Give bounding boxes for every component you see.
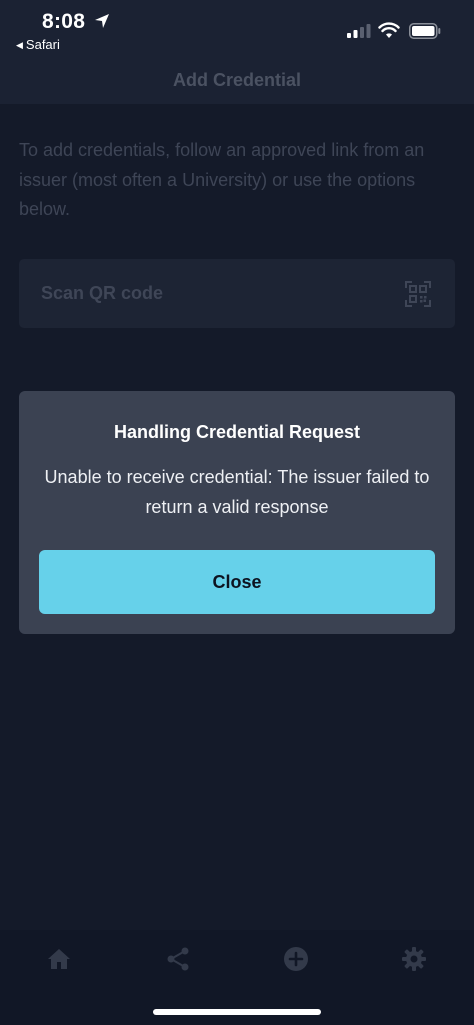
dialog-title: Handling Credential Request (113, 422, 361, 442)
dialog-message: Unable to receive credential: The issuer… (44, 467, 430, 517)
scan-qr-label: Scan QR code (41, 283, 164, 303)
location-arrow-icon (95, 14, 109, 28)
battery-icon (409, 23, 441, 39)
share-icon (167, 947, 189, 971)
home-indicator[interactable] (153, 1009, 321, 1015)
status-time: 8:08 (42, 10, 86, 33)
gear-icon (402, 947, 426, 971)
nav-header: Add Credential (0, 58, 474, 104)
tab-settings[interactable] (401, 946, 427, 972)
tab-home[interactable] (46, 946, 72, 972)
home-icon (48, 949, 70, 969)
tab-share[interactable] (165, 946, 191, 972)
qr-code-icon (405, 281, 431, 307)
close-button[interactable]: Close (39, 550, 435, 614)
back-triangle-icon: ◀ (16, 40, 23, 50)
page-title: Add Credential (172, 70, 301, 90)
intro-text: To add credentials, follow an approved l… (19, 140, 425, 219)
tab-add[interactable] (283, 946, 309, 972)
scan-qr-button[interactable]: Scan QR code (19, 259, 455, 328)
status-bar: 8:08 ◀ Safari (0, 0, 474, 58)
back-to-app-link[interactable]: ◀ Safari (16, 37, 60, 52)
wifi-icon (378, 22, 400, 38)
back-app-label: Safari (25, 37, 60, 52)
credential-request-dialog: Handling Credential Request Unable to re… (19, 391, 455, 634)
cellular-signal-icon (347, 24, 371, 38)
add-circle-icon (284, 947, 308, 971)
